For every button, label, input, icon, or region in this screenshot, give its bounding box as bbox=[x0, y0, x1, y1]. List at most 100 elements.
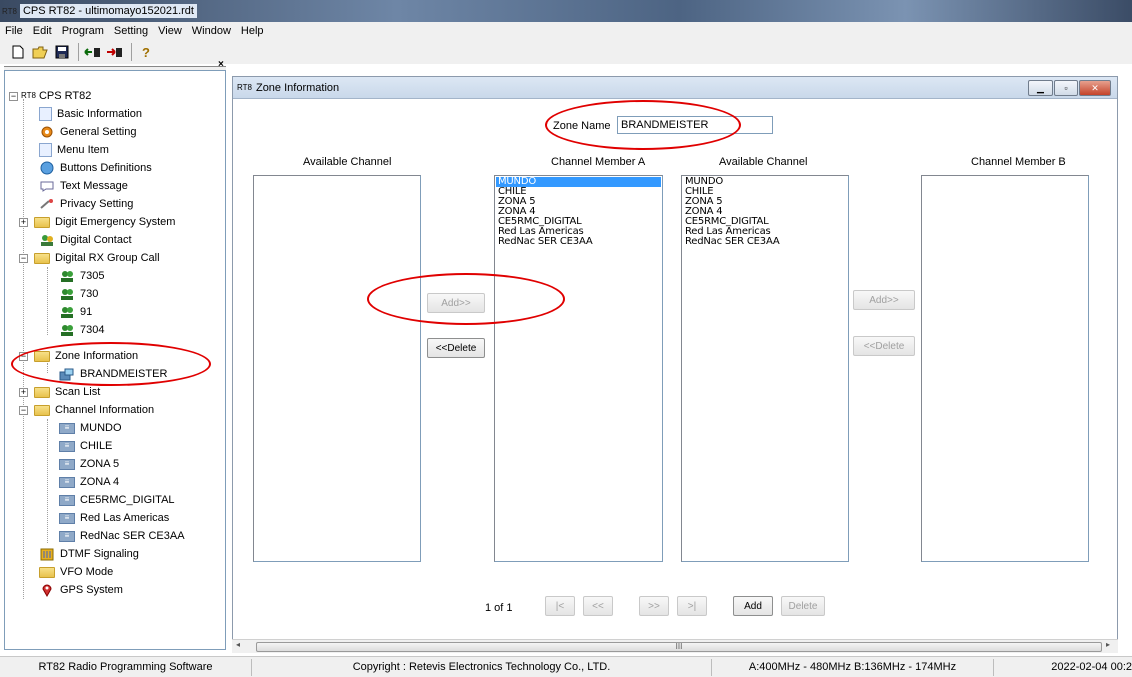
menu-program[interactable]: Program bbox=[57, 22, 109, 40]
collapse-icon[interactable]: − bbox=[19, 405, 28, 415]
tree-item-label: Text Message bbox=[60, 180, 128, 192]
delete-from-member-b-button[interactable]: <<Delete bbox=[853, 336, 915, 356]
tree-item-label: Digital Contact bbox=[60, 234, 132, 246]
channel-icon: ≡ bbox=[59, 422, 75, 434]
read-radio-icon[interactable] bbox=[83, 42, 103, 62]
tree-item-label: MUNDO bbox=[80, 422, 122, 434]
child-window-title-bar[interactable]: RT8 Zone Information ▁ ▫ ✕ bbox=[233, 77, 1117, 99]
toolbar: ? bbox=[0, 40, 1132, 64]
window-title-bar[interactable]: RT8 CPS RT82 - ultimomayo152021.rdt bbox=[0, 0, 1132, 22]
gps-pin-icon bbox=[39, 583, 55, 597]
key-icon bbox=[39, 197, 55, 211]
annotation-ellipse-add-button bbox=[367, 273, 565, 325]
previous-page-button[interactable]: << bbox=[583, 596, 613, 616]
group-icon bbox=[59, 305, 75, 319]
channel-icon: ≡ bbox=[59, 512, 75, 524]
menu-file[interactable]: File bbox=[0, 22, 28, 40]
available-channel-a-list[interactable] bbox=[253, 175, 421, 562]
tree-item-group-730[interactable]: 730 bbox=[59, 285, 98, 303]
scroll-left-icon[interactable]: ◂ bbox=[236, 640, 240, 649]
tree-item-label: Privacy Setting bbox=[60, 198, 134, 210]
group-icon bbox=[59, 323, 75, 337]
tree-item-channel-ce5rmc-digital[interactable]: ≡ CE5RMC_DIGITAL bbox=[59, 491, 175, 509]
tree-item-menu-item[interactable]: Menu Item bbox=[39, 141, 109, 159]
tree-item-channel-zona4[interactable]: ≡ ZONA 4 bbox=[59, 473, 119, 491]
tree-item-digital-contact[interactable]: Digital Contact bbox=[39, 231, 132, 249]
tree-item-text-message[interactable]: Text Message bbox=[39, 177, 128, 195]
tree-item-channel-information[interactable]: − Channel Information bbox=[19, 401, 154, 419]
tree-guide-line bbox=[47, 419, 48, 543]
tree-item-group-7304[interactable]: 7304 bbox=[59, 321, 104, 339]
menu-view[interactable]: View bbox=[153, 22, 187, 40]
channel-member-b-label: Channel Member B bbox=[971, 156, 1066, 168]
write-radio-icon[interactable] bbox=[105, 42, 125, 62]
tree-item-vfo-mode[interactable]: VFO Mode bbox=[39, 563, 113, 581]
status-software-name: RT82 Radio Programming Software bbox=[0, 659, 252, 676]
minimize-button[interactable]: ▁ bbox=[1028, 80, 1053, 96]
menu-setting[interactable]: Setting bbox=[109, 22, 153, 40]
tree-item-scan-list[interactable]: + Scan List bbox=[19, 383, 100, 401]
tree-item-label: 7305 bbox=[80, 270, 105, 282]
menu-window[interactable]: Window bbox=[187, 22, 236, 40]
save-disk-icon[interactable] bbox=[52, 42, 72, 62]
channel-icon: ≡ bbox=[59, 494, 75, 506]
last-page-button[interactable]: >| bbox=[677, 596, 707, 616]
tree-root[interactable]: − RT8 CPS RT82 bbox=[9, 87, 91, 105]
tree-item-channel-red-las-americas[interactable]: ≡ Red Las Americas bbox=[59, 509, 169, 527]
scroll-right-icon[interactable]: ▸ bbox=[1106, 640, 1110, 649]
message-icon bbox=[39, 179, 55, 193]
tree-item-group-7305[interactable]: 7305 bbox=[59, 267, 104, 285]
collapse-icon[interactable]: − bbox=[9, 91, 18, 101]
group-icon bbox=[59, 269, 75, 283]
channel-icon: ≡ bbox=[59, 458, 75, 470]
collapse-icon[interactable]: − bbox=[19, 253, 28, 263]
available-channel-b-label: Available Channel bbox=[719, 156, 808, 168]
close-panel-icon[interactable]: × bbox=[218, 59, 224, 70]
menu-bar: File Edit Program Setting View Window He… bbox=[0, 22, 1132, 40]
expand-icon[interactable]: + bbox=[19, 387, 28, 397]
help-icon[interactable]: ? bbox=[136, 42, 156, 62]
tree-item-gps-system[interactable]: GPS System bbox=[39, 581, 123, 599]
tree-item-basic-information[interactable]: Basic Information bbox=[39, 105, 142, 123]
available-channel-b-option[interactable]: RedNac SER CE3AA bbox=[683, 237, 847, 247]
channel-member-a-list[interactable]: MUNDO CHILE ZONA 5 ZONA 4 CE5RMC_DIGITAL Red … bbox=[494, 175, 663, 562]
maximize-button[interactable]: ▫ bbox=[1054, 80, 1078, 96]
tree-item-label: DTMF Signaling bbox=[60, 548, 139, 560]
tree-item-channel-mundo[interactable]: ≡ MUNDO bbox=[59, 419, 122, 437]
tree-root-label: CPS RT82 bbox=[38, 90, 92, 102]
close-button[interactable]: ✕ bbox=[1079, 80, 1111, 96]
folder-icon bbox=[34, 216, 50, 228]
scrollbar-thumb[interactable]: III bbox=[256, 642, 1102, 652]
channel-icon: ≡ bbox=[59, 476, 75, 488]
tree-item-digit-emergency-system[interactable]: + Digit Emergency System bbox=[19, 213, 175, 231]
tree-item-channel-rednac-ser-ce3aa[interactable]: ≡ RedNac SER CE3AA bbox=[59, 527, 185, 545]
tree-item-dtmf-signaling[interactable]: DTMF Signaling bbox=[39, 545, 139, 563]
tree-item-channel-chile[interactable]: ≡ CHILE bbox=[59, 437, 112, 455]
tree-item-privacy-setting[interactable]: Privacy Setting bbox=[39, 195, 133, 213]
tree-item-label: 730 bbox=[80, 288, 99, 300]
add-zone-button[interactable]: Add bbox=[733, 596, 773, 616]
channel-member-a-option[interactable]: RedNac SER CE3AA bbox=[496, 237, 661, 247]
open-folder-icon[interactable] bbox=[30, 42, 50, 62]
tree-item-label: Menu Item bbox=[57, 144, 109, 156]
tree-item-buttons-definitions[interactable]: Buttons Definitions bbox=[39, 159, 152, 177]
tree-item-label: 91 bbox=[80, 306, 93, 318]
next-page-button[interactable]: >> bbox=[639, 596, 669, 616]
available-channel-b-list[interactable]: MUNDO CHILE ZONA 5 ZONA 4 CE5RMC_DIGITAL Red … bbox=[681, 175, 849, 562]
tree-item-digital-rx-group-call[interactable]: − Digital RX Group Call bbox=[19, 249, 160, 267]
tree-item-group-91[interactable]: 91 bbox=[59, 303, 92, 321]
new-file-icon[interactable] bbox=[8, 42, 28, 62]
delete-zone-button[interactable]: Delete bbox=[781, 596, 825, 616]
menu-help[interactable]: Help bbox=[236, 22, 269, 40]
horizontal-scrollbar[interactable]: ◂ III ▸ bbox=[232, 639, 1118, 653]
tree-item-general-setting[interactable]: General Setting bbox=[39, 123, 136, 141]
delete-from-member-a-button[interactable]: <<Delete bbox=[427, 338, 485, 358]
first-page-button[interactable]: |< bbox=[545, 596, 575, 616]
menu-edit[interactable]: Edit bbox=[28, 22, 57, 40]
add-to-member-b-button[interactable]: Add>> bbox=[853, 290, 915, 310]
channel-member-a-label: Channel Member A bbox=[551, 156, 646, 168]
channel-member-b-list[interactable] bbox=[921, 175, 1089, 562]
tree-guide-line bbox=[47, 267, 48, 335]
tree-item-channel-zona5[interactable]: ≡ ZONA 5 bbox=[59, 455, 119, 473]
expand-icon[interactable]: + bbox=[19, 217, 28, 227]
